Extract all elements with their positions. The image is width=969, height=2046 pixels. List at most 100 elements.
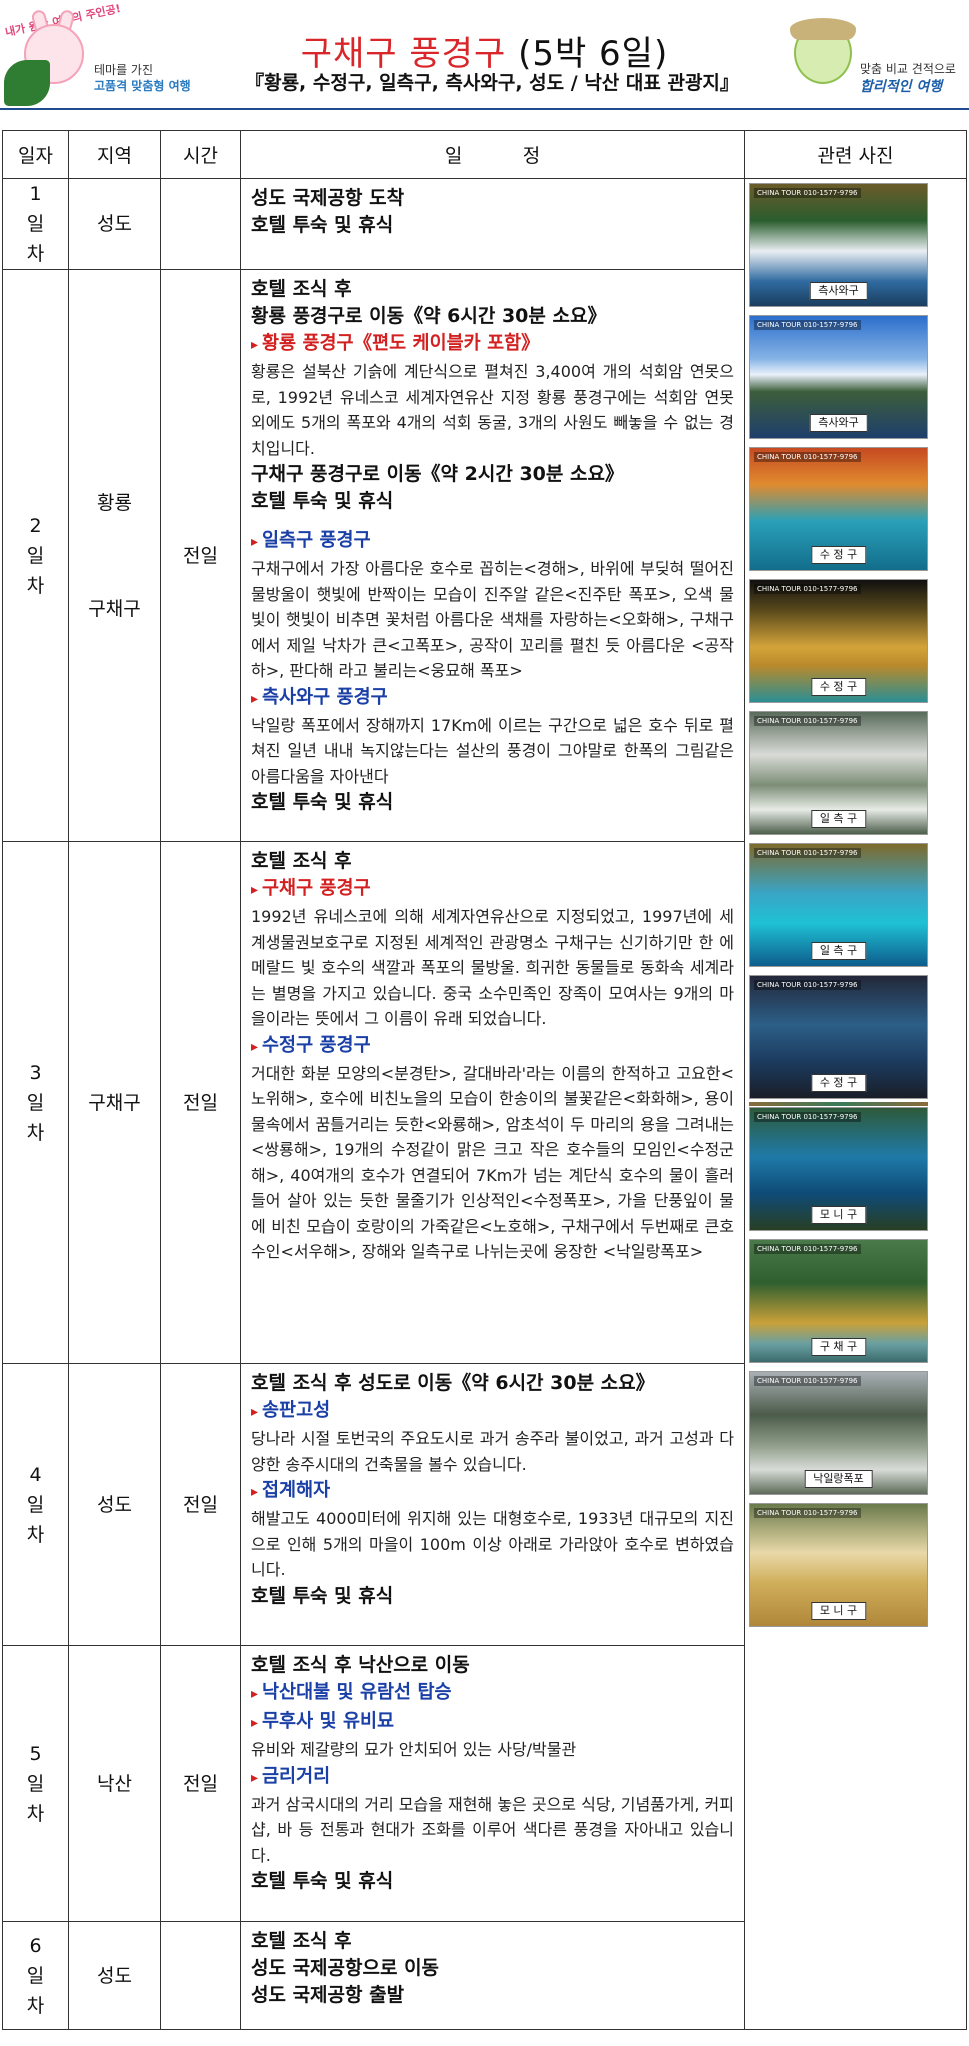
region-cell: 성도: [68, 1363, 161, 1646]
region-cell: 성도: [68, 178, 161, 270]
right-slogan-line2: 합리적인 여행: [860, 79, 943, 95]
scenery-photo: CHINA TOUR 010-1577-9796 수 정 구: [749, 447, 928, 571]
scenery-photo: CHINA TOUR 010-1577-9796 일 측 구: [749, 711, 928, 835]
region-label: 구채구: [88, 597, 141, 620]
photo-strip: [749, 1102, 928, 1106]
itinerary-step: 호텔 조식 후 낙산으로 이동: [251, 1654, 470, 1676]
attraction-description: 당나라 시절 토번국의 주요도시로 과거 송주라 불이었고, 과거 고성과 다양…: [251, 1429, 734, 1474]
attraction-description: 1992년 유네스코에 의해 세계자연유산으로 지정되었고, 1997년에 세계…: [251, 907, 734, 1028]
photo-watermark: CHINA TOUR 010-1577-9796: [754, 320, 861, 330]
photo-watermark: CHINA TOUR 010-1577-9796: [754, 980, 861, 990]
attraction-heading-text: 구채구 풍경구: [262, 878, 371, 899]
attraction-heading-text: 송판고성: [262, 1400, 331, 1421]
scenery-photo: CHINA TOUR 010-1577-9796 모 니 구: [749, 1503, 928, 1627]
header-photos: 관련 사진: [744, 130, 967, 179]
attraction-heading-text: 수정구 풍경구: [262, 1034, 371, 1056]
attraction-heading: ▸ 수정구 풍경구: [251, 1032, 734, 1061]
triangle-bullet-icon: ▸: [251, 1715, 259, 1731]
time-cell: 전일: [160, 1645, 241, 1922]
photo-watermark: CHINA TOUR 010-1577-9796: [754, 716, 861, 726]
day-cell: 2 일 차: [2, 269, 69, 842]
region-label: 성도: [97, 1493, 132, 1516]
page-header: 내가 원한 여행의 주인공! 테마를 가진 고품격 맞춤형 여행 구채구 풍경구…: [0, 0, 969, 118]
attraction-heading-text: 낙산대불 및 유람선 탑승: [262, 1682, 452, 1703]
region-label: 낙산: [97, 1772, 132, 1795]
day-label: 5 일 차: [26, 1742, 45, 1825]
day-label: 4 일 차: [26, 1463, 45, 1546]
left-slogan-line2: 고품격 맞춤형 여행: [94, 79, 191, 93]
header-day: 일자: [2, 130, 69, 179]
time-cell: [160, 178, 241, 270]
day-cell: 4 일 차: [2, 1363, 69, 1646]
region-cell: 성도: [68, 1921, 161, 2030]
photo-caption: 낙일랑폭포: [804, 1470, 873, 1488]
photo-caption: 측사와구: [809, 414, 868, 432]
attraction-heading: ▸ 무후사 및 유비묘: [251, 1708, 734, 1737]
triangle-bullet-icon: ▸: [251, 690, 259, 707]
attraction-description: 유비와 제갈량의 묘가 안치되어 있는 사당/박물관: [251, 1740, 577, 1759]
photo-watermark: CHINA TOUR 010-1577-9796: [754, 848, 861, 858]
time-label: 전일: [183, 544, 218, 567]
photo-caption: 수 정 구: [810, 678, 867, 696]
photos-cell: CHINA TOUR 010-1577-9796 측사와구 CHINA TOUR 0…: [744, 178, 967, 2030]
attraction-heading-text: 일측구 풍경구: [262, 530, 371, 551]
schedule-cell: 호텔 조식 후 낙산으로 이동 ▸ 낙산대불 및 유람선 탑승 ▸ 무후사 및 유비묘 유…: [240, 1645, 745, 1922]
attraction-heading-text: 측사와구 풍경구: [262, 686, 388, 708]
itinerary-step: 성도 국제공항으로 이동: [251, 1957, 440, 1979]
attraction-description: 황룡은 설북산 기슭에 계단식으로 펼쳐진 3,400여 개의 석회암 연못으로…: [251, 362, 734, 458]
region-cell: 구채구: [68, 841, 161, 1364]
schedule-cell: 성도 국제공항 도착호텔 투숙 및 휴식: [240, 178, 745, 270]
photo-caption: 수 정 구: [810, 546, 867, 564]
attraction-heading: ▸ 구채구 풍경구: [251, 875, 734, 904]
triangle-bullet-icon: ▸: [251, 1038, 259, 1055]
itinerary-step: 호텔 조식 후: [251, 850, 352, 872]
right-slogan-line1: 맞춤 비교 견적으로: [860, 62, 956, 76]
scenery-photo: CHINA TOUR 010-1577-9796 측사와구: [749, 183, 928, 307]
photo-caption: 일 측 구: [810, 810, 867, 828]
attraction-heading-text: 황룡 풍경구《편도 케이블카 포함》: [262, 333, 540, 354]
attraction-heading: ▸ 낙산대불 및 유람선 탑승: [251, 1679, 734, 1708]
triangle-bullet-icon: ▸: [251, 1686, 259, 1702]
attraction-heading: ▸ 측사와구 풍경구: [251, 684, 734, 713]
scenery-photo: CHINA TOUR 010-1577-9796 수 정 구: [749, 975, 928, 1099]
page-subtitle: 『황룡, 수정구, 일측구, 측사와구, 성도 / 낙산 대표 관광지』: [245, 72, 739, 94]
photo-watermark: CHINA TOUR 010-1577-9796: [754, 1376, 861, 1386]
itinerary-step: 호텔 투숙 및 휴식: [251, 791, 394, 813]
itinerary-step: 호텔 투숙 및 휴식: [251, 490, 394, 512]
itinerary-step: 호텔 조식 후: [251, 1930, 352, 1952]
triangle-bullet-icon: ▸: [251, 1404, 259, 1420]
photo-caption: 측사와구: [809, 282, 868, 300]
itinerary-step: 성도 국제공항 출발: [251, 1984, 405, 2006]
photo-gallery: CHINA TOUR 010-1577-9796 측사와구 CHINA TOUR 0…: [745, 179, 966, 1635]
photo-caption: 모 니 구: [810, 1206, 867, 1224]
scenery-photo: CHINA TOUR 010-1577-9796 수 정 구: [749, 579, 928, 703]
photo-watermark: CHINA TOUR 010-1577-9796: [754, 1112, 861, 1122]
day-label: 1 일 차: [26, 183, 45, 265]
photo-watermark: CHINA TOUR 010-1577-9796: [754, 452, 861, 462]
region-cell: 황룡 구채구: [68, 269, 161, 842]
scenery-photo: CHINA TOUR 010-1577-9796 일 측 구: [749, 843, 928, 967]
photo-watermark: CHINA TOUR 010-1577-9796: [754, 1508, 861, 1518]
itinerary-step: 성도 국제공항 도착: [251, 187, 405, 209]
attraction-heading: ▸ 금리거리: [251, 1763, 734, 1792]
region-label: 성도: [97, 213, 132, 235]
triangle-bullet-icon: ▸: [251, 534, 259, 550]
time-cell: 전일: [160, 269, 241, 842]
attraction-heading-text: 금리거리: [262, 1765, 331, 1787]
header-time: 시간: [160, 130, 241, 179]
itinerary-step: 호텔 조식 후: [251, 278, 352, 300]
itinerary-step: 호텔 투숙 및 휴식: [251, 214, 394, 236]
photo-caption: 수 정 구: [810, 1074, 867, 1092]
itinerary-step: 황룡 풍경구로 이동《약 6시간 30분 소요》: [251, 305, 607, 327]
time-label: 전일: [183, 1091, 218, 1114]
itinerary-table: 일자 지역 시간 일 정 관련 사진 1 일 차 성도 성도 국제공항 도착 호텔 투…: [2, 130, 967, 2030]
attraction-description: 해발고도 4000미터에 위지해 있는 대형호수로, 1933년 대규모의 지진…: [251, 1509, 734, 1579]
region-label: 성도: [97, 1964, 132, 1987]
schedule-cell: 호텔 조식 후 성도로 이동《약 6시간 30분 소요》 ▸ 송판고성당나라 시절 …: [240, 1363, 745, 1646]
itinerary-step: 호텔 조식 후 성도로 이동《약 6시간 30분 소요》: [251, 1372, 655, 1394]
time-label: 전일: [183, 1493, 218, 1516]
itinerary-step: 구채구 풍경구로 이동《약 2시간 30분 소요》: [251, 463, 624, 485]
time-label: 전일: [183, 1772, 218, 1795]
hat-icon: [790, 18, 856, 40]
